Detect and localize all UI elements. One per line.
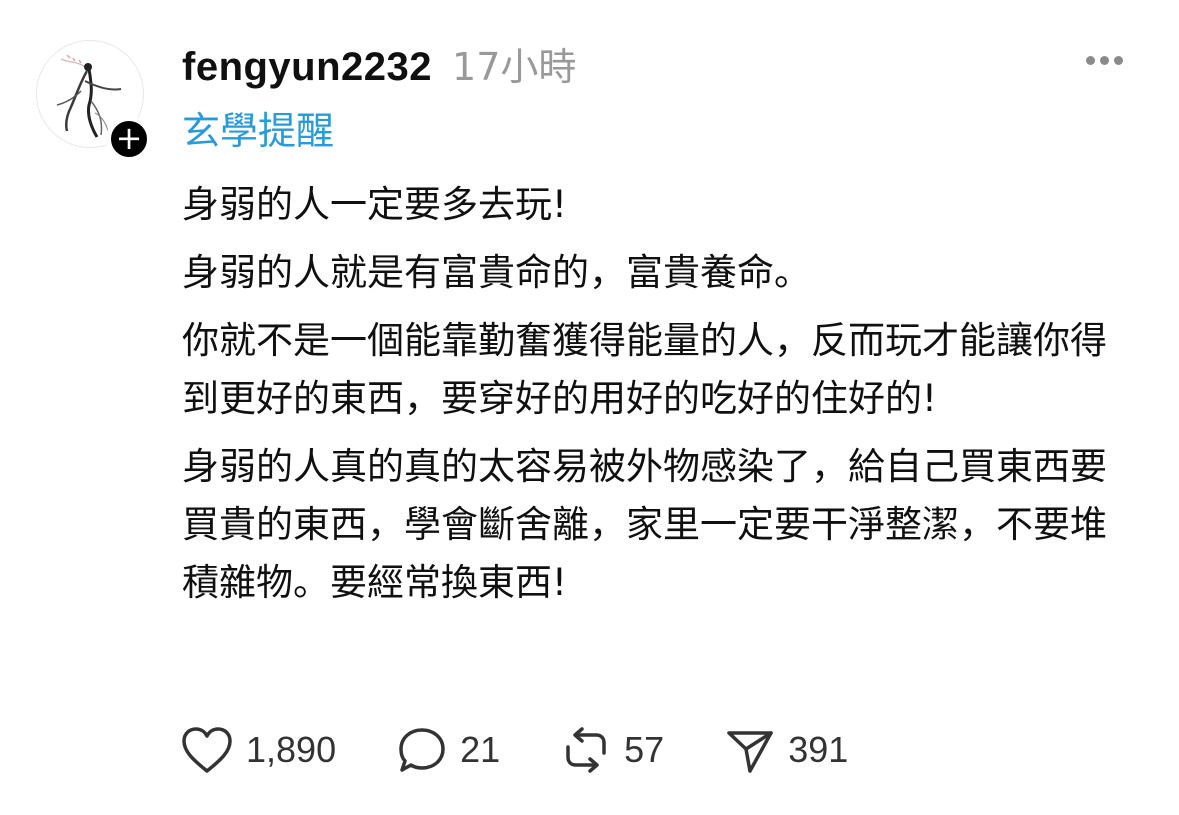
send-icon — [727, 731, 773, 773]
action-bar: 1,890 21 57 391 — [180, 722, 908, 778]
post-paragraph: 身弱的人就是有富貴命的，富貴養命。 — [182, 251, 811, 294]
comment-count: 21 — [460, 729, 501, 770]
comment-bubble-icon — [399, 728, 445, 772]
like-button[interactable]: 1,890 — [180, 725, 336, 775]
post-timestamp: 17小時 — [452, 45, 577, 89]
comment-button[interactable]: 21 — [396, 725, 500, 775]
post-paragraph: 身弱的人真的真的太容易被外物感染了，給自己買東西要買貴的東西，學會斷舍離，家里一… — [182, 445, 1107, 604]
repost-icon — [566, 727, 606, 773]
like-count: 1,890 — [246, 729, 337, 770]
follow-button[interactable]: + — [106, 116, 152, 162]
repost-button[interactable]: 57 — [560, 725, 664, 775]
topic-tag[interactable]: 玄學提醒 — [182, 106, 334, 156]
share-button[interactable]: 391 — [724, 725, 848, 775]
dot — [1114, 56, 1123, 65]
post-paragraph: 你就不是一個能靠勤奮獲得能量的人，反而玩才能讓你得到更好的東西，要穿好的用好的吃… — [182, 319, 1107, 420]
post-header: fengyun2232 17小時 — [182, 36, 576, 92]
post-body: 身弱的人一定要多去玩! 身弱的人就是有富貴命的，富貴養命。 你就不是一個能靠勤奮… — [182, 176, 1132, 622]
plus-icon: + — [115, 119, 143, 157]
dot — [1100, 56, 1109, 65]
thread-post: + fengyun2232 17小時 玄學提醒 身弱的人一定要多去玩! 身弱的人… — [0, 0, 1179, 815]
heart-icon — [182, 727, 232, 773]
post-paragraph: 身弱的人一定要多去玩! — [182, 183, 567, 226]
username-link[interactable]: fengyun2232 — [182, 45, 432, 90]
repost-count: 57 — [624, 729, 665, 770]
avatar-container: + — [36, 40, 152, 162]
share-count: 391 — [788, 729, 849, 770]
dot — [1086, 56, 1095, 65]
more-options-icon[interactable] — [1086, 56, 1123, 65]
